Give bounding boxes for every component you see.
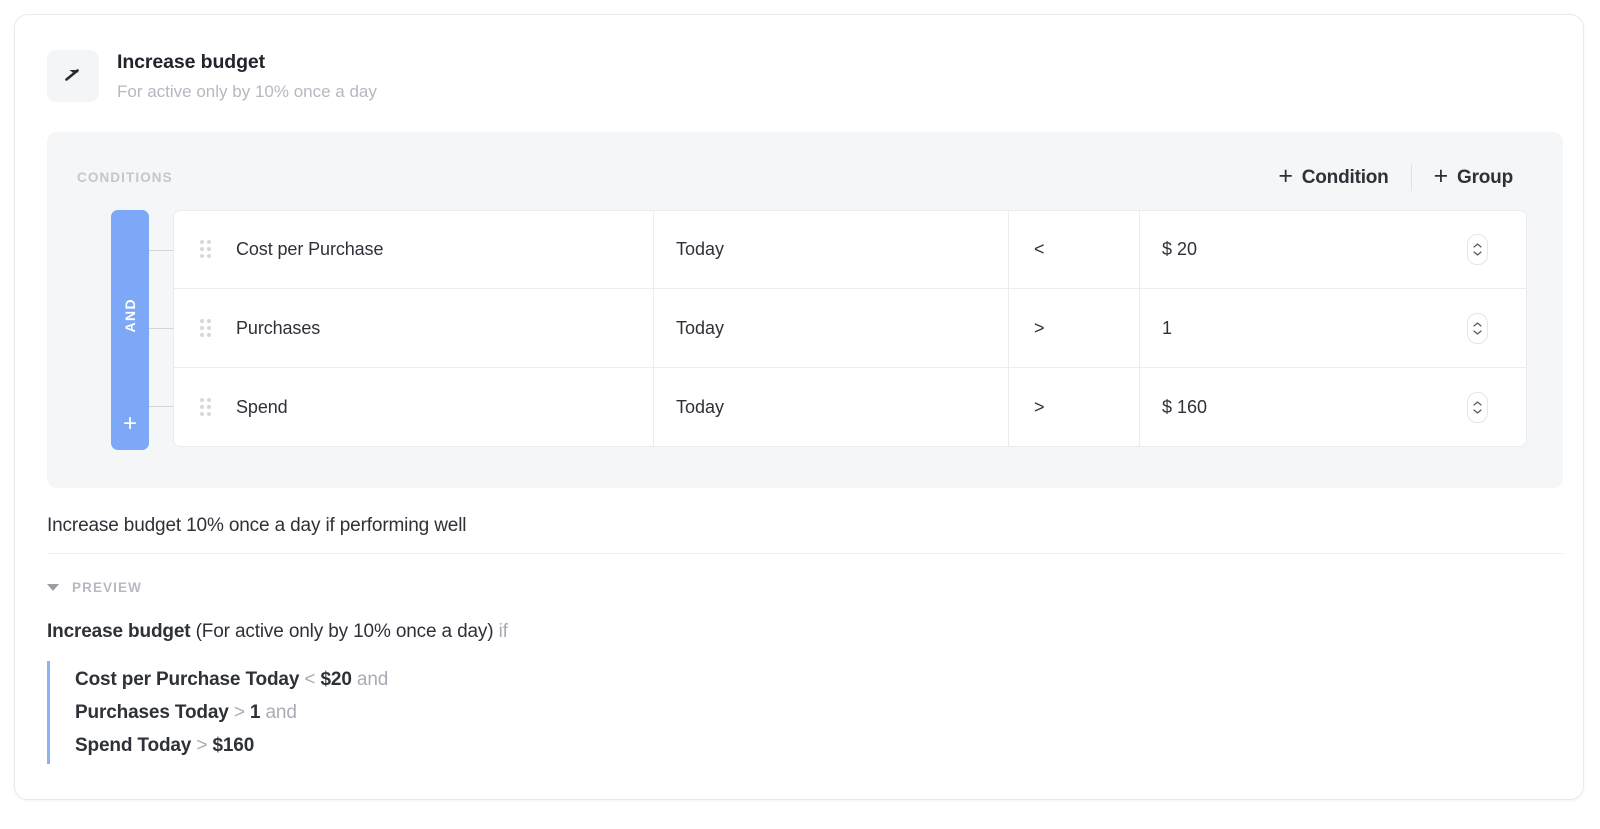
add-group-button[interactable]: + Group xyxy=(1420,162,1527,191)
preview-line-subject: Spend Today xyxy=(75,735,192,757)
table-row: Purchases Today > 1 xyxy=(173,289,1527,369)
preview-line: Cost per Purchase Today < $20 and xyxy=(75,663,1583,696)
drag-handle-icon[interactable] xyxy=(191,240,221,259)
preview-label: PREVIEW xyxy=(72,580,142,596)
condition-window-cell[interactable]: Today xyxy=(654,289,1009,368)
condition-operator-cell[interactable]: > xyxy=(1009,289,1140,368)
conditions-toolbar: CONDITIONS + Condition + Group xyxy=(47,132,1563,192)
value-stepper[interactable] xyxy=(1467,234,1488,266)
rule-header: Increase budget For active only by 10% o… xyxy=(15,15,1583,104)
preview-line-value: $20 xyxy=(320,669,352,691)
plus-icon: + xyxy=(1433,162,1449,191)
condition-value-label: 1 xyxy=(1162,317,1173,338)
conditions-panel: CONDITIONS + Condition + Group AND + Cos… xyxy=(47,132,1563,489)
condition-value-cell[interactable]: $ 160 xyxy=(1140,368,1526,446)
table-row: Cost per Purchase Today < $ 20 xyxy=(173,210,1527,290)
condition-metric-cell[interactable]: Cost per Purchase xyxy=(174,211,654,289)
preview-toggle[interactable]: PREVIEW xyxy=(47,580,142,595)
chevron-down-icon xyxy=(47,584,59,592)
preview-line-value: 1 xyxy=(249,702,261,724)
group-operator-and[interactable]: AND + xyxy=(111,210,149,451)
preview-line-operator: > xyxy=(196,735,208,757)
preview-line-operator: < xyxy=(304,669,316,691)
rule-description[interactable]: Increase budget 10% once a day if perfor… xyxy=(47,515,1563,555)
conditions-actions: + Condition + Group xyxy=(1264,162,1527,192)
preview-line: Spend Today > $160 xyxy=(75,729,1583,762)
preview-summary: Increase budget (For active only by 10% … xyxy=(47,621,1583,643)
preview-line-value: $160 xyxy=(212,735,255,757)
condition-window-cell[interactable]: Today xyxy=(654,211,1009,289)
preview-line-operator: > xyxy=(233,702,245,724)
condition-window-label: Today xyxy=(676,396,725,417)
preview-connector: if xyxy=(498,621,508,643)
condition-value-cell[interactable]: 1 xyxy=(1140,289,1526,367)
add-group-label: Group xyxy=(1457,166,1513,188)
condition-operator-cell[interactable]: > xyxy=(1009,368,1140,447)
drag-handle-icon[interactable] xyxy=(191,397,221,417)
condition-group: AND + Cost per Purchase Today < $ 20 Pur… xyxy=(47,210,1563,451)
group-operator-label: AND xyxy=(122,298,138,333)
trending-up-arrow-icon xyxy=(47,50,99,102)
condition-window-label: Today xyxy=(676,239,725,260)
toolbar-divider xyxy=(1410,164,1412,192)
page-title: Increase budget xyxy=(117,51,266,73)
condition-value-label: $ 20 xyxy=(1162,239,1198,260)
preview-conditions: Cost per Purchase Today < $20 and Purcha… xyxy=(47,661,1583,765)
condition-operator-label: < xyxy=(1034,239,1045,260)
rule-header-text: Increase budget For active only by 10% o… xyxy=(117,48,377,104)
condition-operator-cell[interactable]: < xyxy=(1009,211,1140,289)
add-condition-label: Condition xyxy=(1301,166,1389,188)
value-stepper[interactable] xyxy=(1467,391,1488,423)
preview-line-subject: Purchases Today xyxy=(75,702,229,724)
add-condition-button[interactable]: + Condition xyxy=(1264,162,1402,191)
condition-metric-label: Purchases xyxy=(236,317,321,338)
table-row: Spend Today > $ 160 xyxy=(173,368,1527,448)
condition-value-label: $ 160 xyxy=(1162,396,1208,417)
preview-line-connector: and xyxy=(356,669,389,691)
condition-metric-cell[interactable]: Spend xyxy=(174,368,654,447)
condition-metric-label: Spend xyxy=(236,396,288,417)
condition-operator-label: > xyxy=(1034,396,1045,417)
preview-detail: (For active only by 10% once a day) xyxy=(195,621,494,643)
preview-line: Purchases Today > 1 and xyxy=(75,696,1583,729)
condition-window-cell[interactable]: Today xyxy=(654,368,1009,447)
rule-card: Increase budget For active only by 10% o… xyxy=(14,14,1584,800)
rule-editor-page: Increase budget For active only by 10% o… xyxy=(0,0,1600,829)
drag-handle-icon[interactable] xyxy=(191,318,221,338)
condition-window-label: Today xyxy=(676,317,725,338)
group-add-condition-button[interactable]: + xyxy=(123,412,137,436)
preview-line-connector: and xyxy=(265,702,297,724)
value-stepper[interactable] xyxy=(1467,312,1488,344)
preview-line-subject: Cost per Purchase Today xyxy=(75,669,300,691)
rule-subtitle: For active only by 10% once a day xyxy=(117,82,377,102)
condition-rows: Cost per Purchase Today < $ 20 Purchases… xyxy=(137,210,1527,448)
condition-value-cell[interactable]: $ 20 xyxy=(1140,211,1526,288)
conditions-label: CONDITIONS xyxy=(77,170,173,186)
condition-operator-label: > xyxy=(1034,317,1045,338)
plus-icon: + xyxy=(1278,162,1293,191)
condition-metric-label: Cost per Purchase xyxy=(236,239,384,260)
preview-action: Increase budget xyxy=(47,621,191,643)
condition-metric-cell[interactable]: Purchases xyxy=(174,289,654,368)
